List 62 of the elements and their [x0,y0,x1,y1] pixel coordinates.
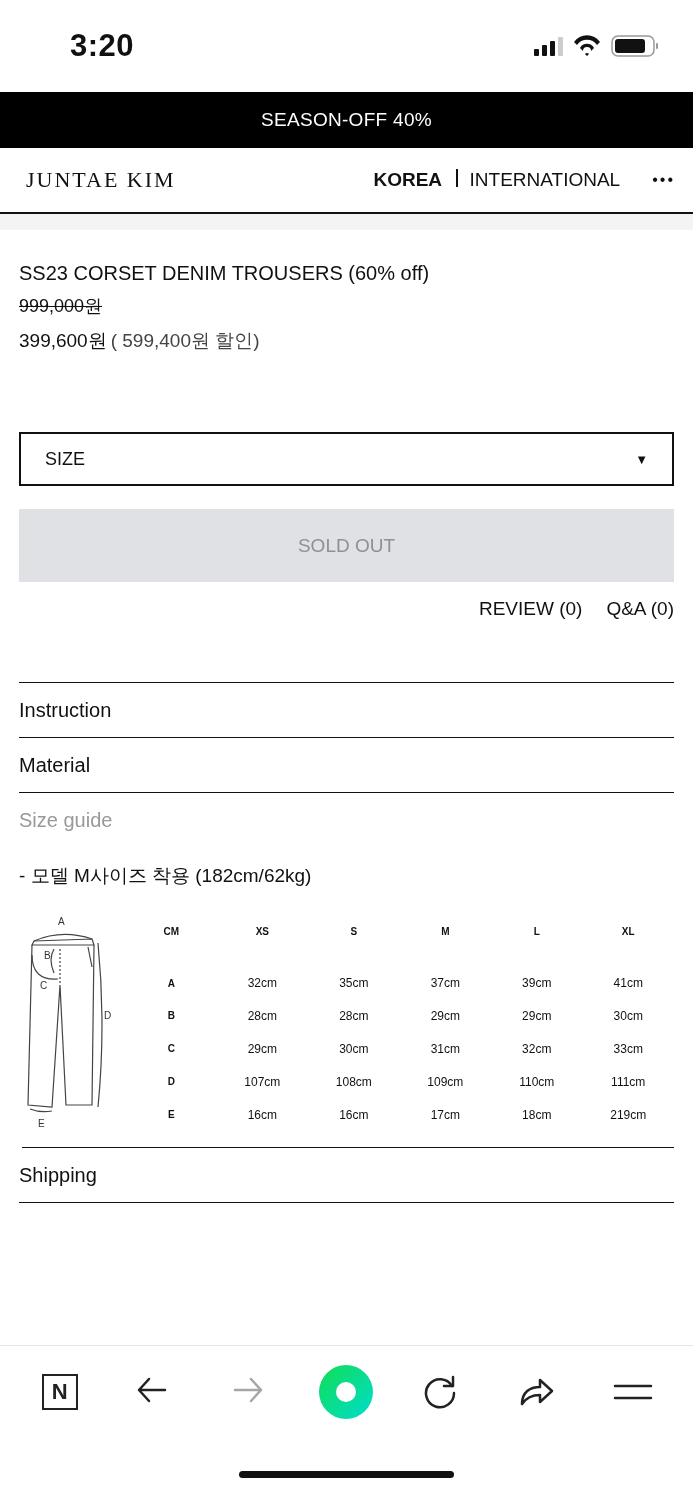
table-cell-text: 111cm [610,1073,647,1091]
signal-icon [534,36,563,56]
table-cell-text: 39cm [521,975,553,993]
discount-amount: ( 599,400원 할인) [110,329,260,353]
table-cell-text: 33cm [612,1040,644,1058]
row-header: C [166,1042,176,1057]
table-cell-text: 32cm [246,975,278,993]
diagram-label: A [58,916,65,927]
table-cell-text: 28cm [246,1007,278,1025]
diagram-label: D [104,1010,112,1021]
table-cell-text: 109cm [426,1073,465,1091]
n-logo-button[interactable]: N [41,1374,78,1410]
section-header[interactable]: Shipping [19,1148,674,1202]
tab-link[interactable]: Q&A (0) [606,598,674,620]
column-header: XS [254,925,270,940]
diagram-label: B [44,950,51,961]
table-cell-text: 110cm [518,1073,556,1091]
brand-logo[interactable]: JUNTAE KIM [26,167,374,193]
table-cell-text: 29cm [246,1040,278,1058]
table-cell-text: 29cm [429,1007,461,1025]
battery-icon [611,35,659,57]
region-link[interactable]: KOREA [373,169,443,191]
column-header: M [440,925,451,940]
row-header: D [166,1075,176,1090]
row-header: E [166,1108,176,1123]
clock-time: 3:20 [70,28,135,64]
diagram-label: C [40,980,48,991]
table-cell-text: 35cm [338,975,370,993]
sale-price: 399,600원 [19,329,107,353]
table-cell-text: 32cm [521,1040,553,1058]
table-cell-text: 16cm [246,1106,278,1124]
region-link[interactable]: INTERNATIONAL [469,169,621,191]
table-cell-text: 41cm [612,975,644,993]
table-cell-text: 29cm [521,1007,553,1025]
section-header[interactable]: Instruction [19,683,674,737]
model-note: - 모델 M사이즈 착용 (182cm/62kg) [19,864,313,888]
product-title: SS23 CORSET DENIM TROUSERS (60% off) [19,261,431,286]
table-cell-text: 28cm [338,1007,370,1025]
table-cell-text: 219cm [609,1106,648,1124]
size-dropdown[interactable]: SIZE ▼ [19,432,674,486]
column-header: XL [620,925,636,940]
table-cell-text: 107cm [243,1073,282,1091]
section-header[interactable]: Material [19,738,674,792]
table-cell-text: 31cm [429,1040,461,1058]
more-button[interactable]: ••• [652,171,675,189]
tab-link[interactable]: REVIEW (0) [478,598,583,620]
table-cell-text: 30cm [338,1040,370,1058]
promo-banner-text[interactable]: SEASON-OFF 40% [261,109,432,131]
table-cell-text: 37cm [429,975,461,993]
original-price: 999,000원 [19,295,103,318]
table-cell-text: 108cm [334,1073,373,1091]
diagram-label: E [38,1118,45,1129]
column-header: L [532,925,541,940]
table-cell-text: 18cm [521,1106,553,1124]
row-header: B [166,1009,176,1024]
table-cell-text: 17cm [429,1106,461,1124]
wifi-icon [573,35,601,57]
column-header: CM [162,925,181,940]
row-header: A [166,976,176,991]
column-header: S [349,925,359,940]
table-cell-text: 30cm [612,1007,644,1025]
table-cell-text: 16cm [338,1106,370,1124]
